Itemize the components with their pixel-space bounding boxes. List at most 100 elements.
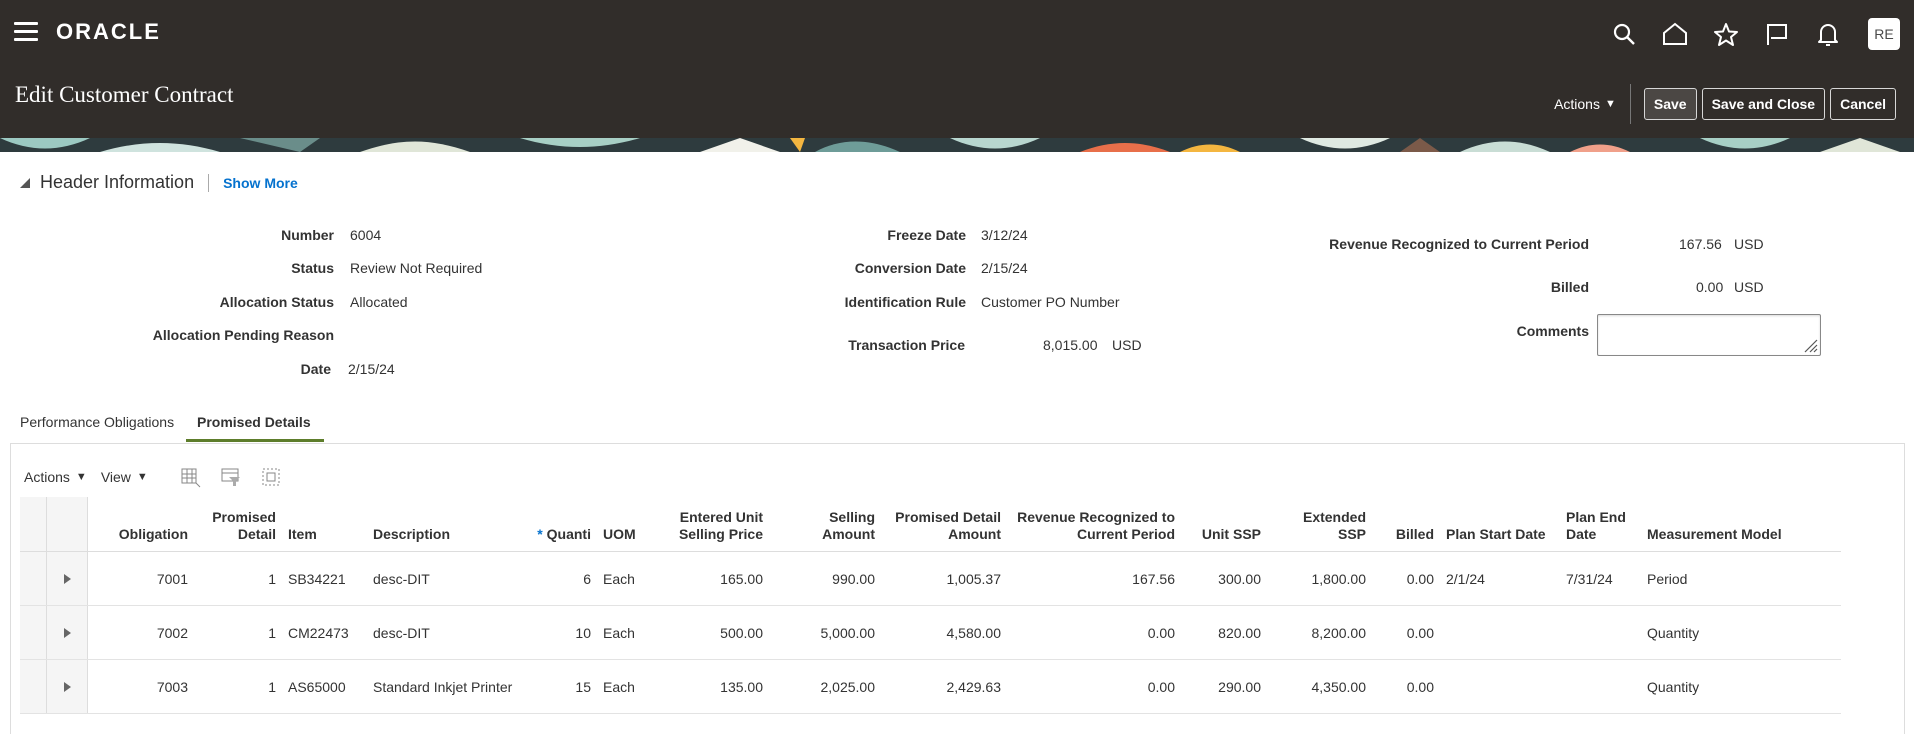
column-header-quantity[interactable]: * Quanti: [531, 497, 597, 552]
column-header-billed[interactable]: Billed: [1372, 497, 1440, 552]
cell-promised-detail-amount: 2,429.63: [881, 659, 1007, 714]
expand-arrow-icon[interactable]: [63, 573, 71, 584]
column-header-obligation[interactable]: Obligation: [87, 497, 194, 552]
header-information-section: Header Information Show More: [20, 172, 298, 193]
field-value: 3/12/24: [981, 227, 1028, 243]
column-header-uom[interactable]: UOM: [597, 497, 657, 552]
cell-entered-unit-selling-price: 165.00: [657, 551, 769, 606]
row-selector[interactable]: [20, 605, 47, 660]
field-value: 2/15/24: [348, 361, 395, 377]
bell-icon[interactable]: [1814, 20, 1842, 48]
expand-row-cell[interactable]: [46, 605, 88, 660]
global-icons: RE: [1587, 18, 1900, 50]
save-button[interactable]: Save: [1643, 88, 1697, 120]
cell-extended-ssp: 8,200.00: [1267, 605, 1372, 660]
home-icon[interactable]: [1661, 20, 1689, 48]
cell-measurement-model: Period: [1641, 551, 1841, 606]
oracle-logo[interactable]: ORACLE: [56, 19, 161, 45]
cell-obligation: 7002: [87, 605, 194, 660]
cell-selling-amount: 2,025.00: [769, 659, 881, 714]
save-and-close-button[interactable]: Save and Close: [1701, 88, 1826, 120]
hamburger-icon[interactable]: [14, 22, 38, 42]
search-icon[interactable]: [1610, 20, 1638, 48]
field-value: 6004: [350, 227, 382, 243]
expand-row-cell[interactable]: [46, 659, 88, 714]
column-header-unit-ssp[interactable]: Unit SSP: [1181, 497, 1267, 552]
table-row[interactable]: 7002 1 CM22473 desc-DIT 10 Each 500.00 5,000.00…: [20, 605, 1841, 660]
table-actions-menu[interactable]: Actions ▼: [24, 469, 87, 485]
cell-revenue-recognized: 0.00: [1007, 659, 1181, 714]
expand-row-cell[interactable]: [46, 551, 88, 606]
field-label: Revenue Recognized to Current Period: [1329, 236, 1589, 252]
table-row[interactable]: 7001 1 SB34221 desc-DIT 6 Each 165.00 990.00 1,0…: [20, 551, 1841, 606]
tab-promised-details[interactable]: Promised Details: [197, 414, 311, 430]
cell-selling-amount: 5,000.00: [769, 605, 881, 660]
row-selector[interactable]: [20, 659, 47, 714]
column-header-selling-amount[interactable]: Selling Amount: [769, 497, 881, 552]
field-label: Identification Rule: [844, 294, 966, 310]
field-value: 2/15/24: [981, 260, 1028, 276]
cell-promised-detail-amount: 4,580.00: [881, 605, 1007, 660]
cell-promised-detail: 1: [194, 551, 282, 606]
cell-promised-detail-amount: 1,005.37: [881, 551, 1007, 606]
cell-revenue-recognized: 0.00: [1007, 605, 1181, 660]
cell-uom: Each: [597, 551, 657, 606]
column-header-label: Quanti: [546, 526, 591, 542]
field-currency: USD: [1734, 236, 1764, 252]
column-header-promised-detail[interactable]: Promised Detail: [194, 497, 282, 552]
required-asterisk-icon: *: [537, 526, 543, 542]
flag-icon[interactable]: [1763, 20, 1791, 48]
page-actions: Actions ▼ Save Save and Close Cancel: [1554, 84, 1896, 124]
cell-description: Standard Inkjet Printer: [367, 659, 531, 714]
comments-textarea[interactable]: [1597, 314, 1821, 356]
column-header-plan-end-date[interactable]: Plan End Date: [1560, 497, 1641, 552]
tab-bar: Performance Obligations Promised Details: [0, 410, 1914, 443]
cell-promised-detail: 1: [194, 605, 282, 660]
freeze-columns-icon[interactable]: [180, 466, 202, 488]
section-title: Header Information: [40, 172, 195, 192]
divider: [208, 173, 210, 192]
cell-plan-end-date: 7/31/24: [1560, 551, 1641, 606]
column-header-promised-detail-amount[interactable]: Promised Detail Amount: [881, 497, 1007, 552]
view-menu[interactable]: View ▼: [101, 469, 148, 485]
row-selector[interactable]: [20, 551, 47, 606]
show-more-link[interactable]: Show More: [223, 175, 298, 191]
page-title: Edit Customer Contract: [15, 82, 234, 107]
actions-menu[interactable]: Actions ▼: [1554, 96, 1616, 112]
expand-arrow-icon[interactable]: [63, 681, 71, 692]
tab-performance-obligations[interactable]: Performance Obligations: [20, 414, 174, 430]
field-label: Conversion Date: [854, 260, 966, 276]
cancel-button[interactable]: Cancel: [1830, 88, 1896, 120]
row-selector-header: [20, 497, 47, 552]
column-header-entered-unit-selling-price[interactable]: Entered Unit Selling Price: [657, 497, 769, 552]
column-header-measurement-model[interactable]: Measurement Model: [1641, 497, 1841, 552]
detach-icon[interactable]: [260, 466, 282, 488]
column-header-plan-start-date[interactable]: Plan Start Date: [1440, 497, 1560, 552]
avatar[interactable]: RE: [1868, 18, 1900, 50]
table-row[interactable]: 7003 1 AS65000 Standard Inkjet Printer 15 Eac…: [20, 659, 1841, 714]
cell-billed: 0.00: [1372, 551, 1440, 606]
cell-unit-ssp: 290.00: [1181, 659, 1267, 714]
column-header-description[interactable]: Description: [367, 497, 531, 552]
cell-item: SB34221: [282, 551, 367, 606]
collapse-triangle-icon[interactable]: [20, 177, 30, 188]
expand-arrow-icon[interactable]: [63, 627, 71, 638]
cell-description: desc-DIT: [367, 605, 531, 660]
expand-column-header: [46, 497, 88, 552]
star-icon[interactable]: [1712, 20, 1740, 48]
cell-selling-amount: 990.00: [769, 551, 881, 606]
caret-down-icon: ▼: [136, 471, 148, 483]
field-currency: USD: [1112, 337, 1142, 353]
cell-plan-start-date: [1440, 605, 1560, 660]
query-by-example-icon[interactable]: [220, 466, 242, 488]
top-banner: ORACLE RE Edit Customer Contract Actions…: [0, 0, 1914, 138]
field-label: Comments: [1516, 323, 1589, 339]
field-value: Review Not Required: [350, 260, 483, 276]
resize-handle-icon[interactable]: [1802, 337, 1818, 353]
column-header-extended-ssp[interactable]: Extended SSP: [1267, 497, 1372, 552]
column-header-revenue-recognized[interactable]: Revenue Recognized to Current Period: [1007, 497, 1181, 552]
table-actions-label: Actions: [24, 469, 70, 485]
field-value: 8,015.00: [1043, 337, 1098, 353]
cell-measurement-model: Quantity: [1641, 605, 1841, 660]
column-header-item[interactable]: Item: [282, 497, 367, 552]
